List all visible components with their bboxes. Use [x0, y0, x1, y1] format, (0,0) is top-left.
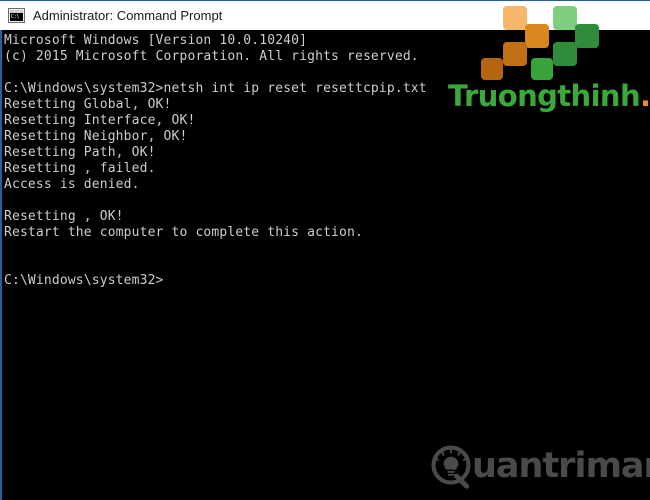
console-text: Microsoft Windows [Version 10.0.10240] (…: [4, 33, 427, 288]
console-output-area[interactable]: Microsoft Windows [Version 10.0.10240] (…: [0, 30, 650, 500]
window-titlebar[interactable]: C:\ Administrator: Command Prompt: [0, 0, 650, 30]
command-prompt-window: C:\ Administrator: Command Prompt Micros…: [0, 0, 650, 500]
cmd-icon-screen: C:\: [10, 13, 23, 21]
cmd-prompt-icon: C:\: [8, 8, 25, 23]
window-title: Administrator: Command Prompt: [33, 8, 223, 23]
